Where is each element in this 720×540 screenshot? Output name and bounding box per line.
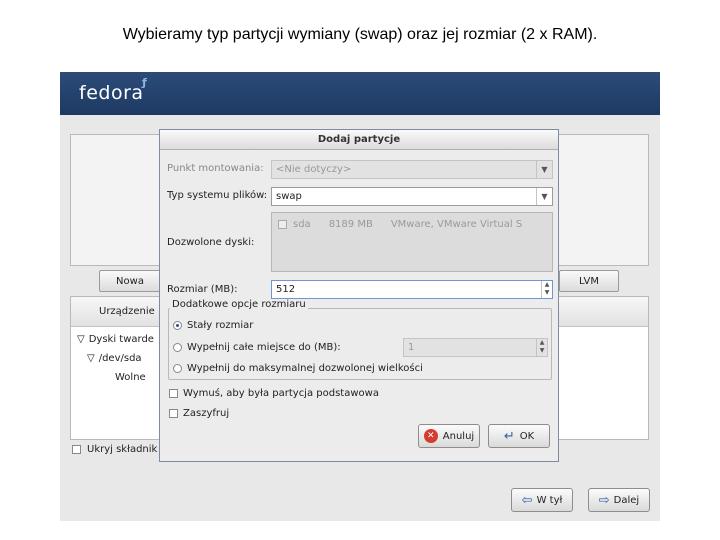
chevron-down-icon[interactable]: ▼	[536, 188, 552, 205]
cancel-icon: ✕	[423, 429, 438, 443]
mount-point-value: <Nie dotyczy>	[276, 164, 352, 175]
back-label: W tył	[536, 494, 563, 506]
encrypt-checkbox[interactable]: Zaszyfruj	[169, 408, 229, 419]
arrow-left-icon: ⇦	[521, 492, 533, 508]
size-options-legend: Dodatkowe opcje rozmiaru	[170, 299, 308, 310]
fill-to-input[interactable]: 1 ▲ ▼	[403, 338, 548, 357]
tree-item-label: /dev/sda	[98, 353, 142, 364]
radio-fixed-size-label: Stały rozmiar	[187, 320, 254, 331]
spin-arrows-icon[interactable]: ▲ ▼	[541, 281, 552, 298]
hide-raid-label: Ukryj składnik	[87, 444, 158, 455]
disk-name: sda	[293, 219, 311, 230]
allowed-disks-label: Dozwolone dyski:	[167, 237, 255, 248]
force-primary-label: Wymuś, aby była partycja podstawowa	[183, 388, 379, 399]
radio-dot[interactable]	[173, 321, 182, 330]
radio-dot[interactable]	[173, 343, 182, 352]
radio-dot[interactable]	[173, 364, 182, 373]
disk-checkbox[interactable]	[278, 220, 287, 229]
radio-fill-max[interactable]: Wypełnij do maksymalnej dozwolonej wielk…	[173, 363, 423, 374]
disk-row-sda[interactable]: sda 8189 MB VMware, VMware Virtual S	[278, 219, 522, 230]
back-button[interactable]: ⇦ W tył	[511, 488, 573, 512]
tree-header-device: Urządzenie	[99, 306, 155, 317]
size-input[interactable]: 512 ▲ ▼	[271, 280, 553, 299]
slide-title: Wybieramy typ partycji wymiany (swap) or…	[122, 26, 598, 43]
expander-icon[interactable]: ▽	[77, 334, 85, 345]
ok-button[interactable]: ↵ OK	[488, 424, 550, 448]
fs-type-combo[interactable]: swap ▼	[271, 187, 553, 206]
checkbox-box[interactable]	[169, 389, 178, 398]
allowed-disks-list[interactable]: sda 8189 MB VMware, VMware Virtual S	[271, 212, 553, 272]
fedora-logo: fedora	[79, 82, 144, 104]
chevron-down-icon[interactable]: ▼	[536, 161, 552, 178]
spin-arrows-icon[interactable]: ▲ ▼	[536, 339, 547, 356]
checkbox-box[interactable]	[169, 409, 178, 418]
lvm-button[interactable]: LVM	[559, 270, 619, 292]
next-button[interactable]: ⇨ Dalej	[588, 488, 650, 512]
fedora-logo-icon: ƒ	[142, 76, 147, 89]
fedora-banner: fedora ƒ	[60, 72, 660, 115]
force-primary-checkbox[interactable]: Wymuś, aby była partycja podstawowa	[169, 388, 379, 399]
checkbox-box[interactable]	[72, 445, 81, 454]
tree-item-free[interactable]: Wolne	[115, 372, 146, 383]
ok-label: OK	[519, 430, 535, 442]
new-partition-button[interactable]: Nowa	[99, 270, 161, 292]
add-partition-dialog: Dodaj partycje Punkt montowania: <Nie do…	[159, 129, 559, 462]
tree-item-dev-sda[interactable]: ▽ /dev/sda	[87, 353, 142, 364]
tree-item-hard-disks[interactable]: ▽ Dyski twarde	[77, 334, 154, 345]
expander-icon[interactable]: ▽	[87, 353, 95, 364]
size-value: 512	[276, 284, 296, 295]
disk-size: 8189 MB	[328, 219, 373, 230]
tree-item-label: Dyski twarde	[88, 334, 154, 345]
radio-fill-max-label: Wypełnij do maksymalnej dozwolonej wielk…	[187, 363, 423, 374]
fs-type-label: Typ systemu plików:	[167, 190, 268, 201]
size-label: Rozmiar (MB):	[167, 284, 238, 295]
ok-arrow-icon: ↵	[503, 428, 515, 444]
radio-fill-to-label: Wypełnij całe miejsce do (MB):	[187, 342, 341, 353]
hide-raid-checkbox[interactable]: Ukryj składnik	[72, 444, 157, 455]
dialog-title: Dodaj partycje	[160, 130, 558, 150]
fill-to-value: 1	[408, 342, 415, 353]
cancel-button[interactable]: ✕ Anuluj	[418, 424, 480, 448]
arrow-right-icon: ⇨	[598, 492, 610, 508]
radio-fill-to[interactable]: Wypełnij całe miejsce do (MB):	[173, 342, 341, 353]
tree-item-label: Wolne	[115, 372, 146, 383]
next-label: Dalej	[613, 494, 640, 506]
radio-fixed-size[interactable]: Stały rozmiar	[173, 320, 253, 331]
cancel-label: Anuluj	[442, 430, 475, 442]
encrypt-label: Zaszyfruj	[183, 408, 230, 419]
mount-point-label: Punkt montowania:	[167, 163, 264, 174]
fs-type-value: swap	[276, 191, 302, 202]
disk-model: VMware, VMware Virtual S	[390, 219, 523, 230]
mount-point-combo[interactable]: <Nie dotyczy> ▼	[271, 160, 553, 179]
installer-screenshot: fedora ƒ Nowa LVM Urządzenie ▽ Dyski twa…	[60, 72, 660, 521]
